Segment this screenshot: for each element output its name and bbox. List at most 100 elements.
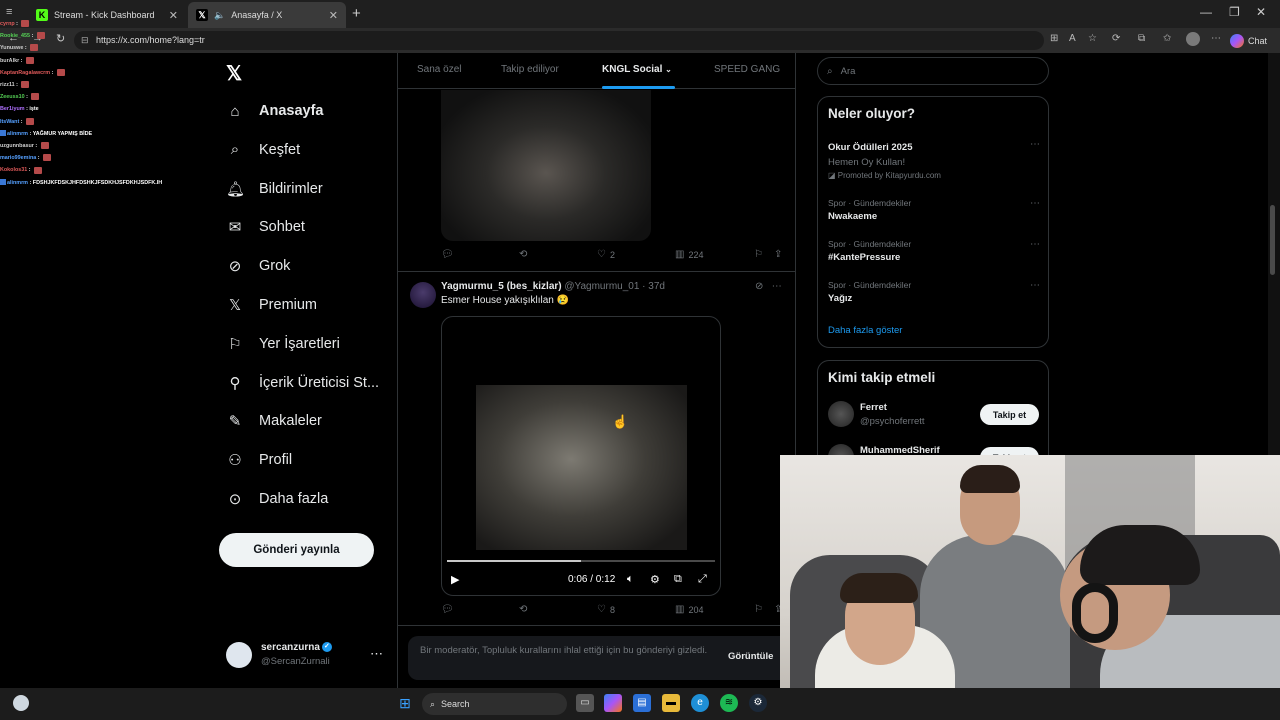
- search-icon: ⌕: [430, 698, 436, 709]
- edge-icon[interactable]: e: [691, 694, 709, 712]
- task-view-icon[interactable]: ▭: [576, 694, 594, 712]
- account-switcher[interactable]: sercanzurna ✓ @SercanZurnali ⋯: [226, 638, 386, 674]
- close-icon[interactable]: ✕: [329, 9, 338, 22]
- reply-button[interactable]: 💬︎: [441, 604, 454, 615]
- follow-suggestion[interactable]: Ferret @psychoferrett Takip et: [828, 401, 1040, 431]
- chat-message: Rookie_455 :: [0, 30, 220, 42]
- minimize-button[interactable]: —: [1200, 5, 1212, 19]
- split-icon[interactable]: ⧉: [1138, 33, 1145, 44]
- pip-icon[interactable]: ⧉: [674, 573, 682, 586]
- emote-icon: [25, 56, 34, 64]
- settings-icon[interactable]: ⚙: [650, 573, 660, 586]
- nav-item-label: Bildirimler: [259, 180, 323, 197]
- promoted-trend[interactable]: Okur Ödülleri 2025 Hemen Oy Kullan! ◪ Pr…: [828, 139, 1040, 180]
- trend-item[interactable]: Spor · Gündemdekiler Yağız ⋯: [828, 280, 1040, 304]
- more-icon[interactable]: ⋯: [1030, 239, 1040, 250]
- more-icon[interactable]: ⋯: [1030, 280, 1040, 291]
- trend-item[interactable]: Spor · Gündemdekiler Nwakaeme ⋯: [828, 198, 1040, 222]
- nav-item-i-çerik-üreticisi-st-[interactable]: ⚲ İçerik Üreticisi St...: [226, 365, 380, 401]
- nav-item-daha-fazla[interactable]: ⊙ Daha fazla: [226, 481, 329, 517]
- more-icon[interactable]: ⋯: [1030, 139, 1040, 150]
- like-count: 8: [609, 604, 615, 615]
- chat-username: mario99emina: [0, 155, 37, 162]
- grok-icon[interactable]: ⊘: [755, 281, 763, 292]
- post-media[interactable]: [441, 90, 651, 241]
- tab-for-you[interactable]: Sana özel: [417, 64, 461, 75]
- nav-item-sohbet[interactable]: ✉ Sohbet: [226, 209, 305, 245]
- file-explorer-icon[interactable]: ▬: [662, 694, 680, 712]
- new-tab-button[interactable]: +: [352, 5, 361, 22]
- chat-message: alinmrm : FDSHJKFDSKJHFDSHKJFSDKHJSFDKHJ…: [0, 177, 220, 189]
- play-icon[interactable]: ▶: [451, 573, 459, 586]
- fullscreen-icon[interactable]: ⤢: [698, 573, 707, 586]
- like-count: 2: [609, 249, 615, 260]
- nav-item-label: Makaleler: [259, 413, 322, 430]
- views-button[interactable]: ▥ 224: [675, 249, 703, 260]
- reply-button[interactable]: 💬︎: [441, 249, 454, 260]
- apps-icon[interactable]: ⊞: [1050, 33, 1058, 44]
- repost-button[interactable]: ⟲: [519, 249, 527, 260]
- store-icon[interactable]: ▤: [633, 694, 651, 712]
- tab-kngl-social[interactable]: KNGL Social ⌄: [602, 64, 672, 75]
- view-hidden-post-button[interactable]: Görüntüle: [728, 651, 773, 662]
- nav-item-makaleler[interactable]: ✎ Makaleler: [226, 403, 322, 439]
- taskbar-search[interactable]: ⌕ Search: [422, 693, 567, 715]
- tab-speed-gang[interactable]: SPEED GANG: [714, 64, 780, 75]
- windows-start-icon[interactable]: ⊞: [396, 694, 414, 712]
- search-input[interactable]: ⌕ Ara: [817, 57, 1049, 85]
- restore-button[interactable]: ❐: [1229, 5, 1240, 19]
- nav-item-bildirimler[interactable]: 🔔︎ Bildirimler: [226, 171, 323, 207]
- extensions-icon[interactable]: ⟳: [1112, 33, 1120, 44]
- bookmark-button[interactable]: ⚐: [754, 604, 763, 615]
- repost-button[interactable]: ⟲: [519, 604, 527, 615]
- profile-avatar[interactable]: [1186, 32, 1200, 46]
- post-button[interactable]: Gönderi yayınla: [219, 533, 374, 567]
- share-button[interactable]: ⇪: [774, 249, 782, 260]
- follow-handle: @psychoferrett: [860, 416, 925, 427]
- favorites-icon[interactable]: ✩: [1163, 33, 1171, 44]
- nav-item-anasayfa[interactable]: ⌂ Anasayfa: [226, 93, 323, 129]
- steam-icon[interactable]: ⚙: [749, 694, 767, 712]
- show-more-link[interactable]: Daha fazla göster: [828, 325, 902, 336]
- copilot-chat-button[interactable]: Chat: [1230, 31, 1267, 50]
- trend-item[interactable]: Spor · Gündemdekiler #KantePressure ⋯: [828, 239, 1040, 263]
- like-button[interactable]: ♡ 8: [597, 604, 615, 615]
- nav-item-keşfet[interactable]: ⌕ Keşfet: [226, 132, 300, 168]
- more-icon[interactable]: ⋯: [370, 646, 383, 662]
- bookmark-button[interactable]: ⚐: [754, 249, 763, 260]
- avatar[interactable]: [410, 282, 436, 308]
- emote-icon: [43, 154, 52, 162]
- nav-item-grok[interactable]: ⊘ Grok: [226, 248, 291, 284]
- copilot-icon[interactable]: [604, 694, 622, 712]
- video-player[interactable]: ☝ ▶ 0:06 / 0:12 🔈︎ ⚙ ⧉ ⤢: [441, 316, 721, 596]
- nav-item-yer-i-şaretleri[interactable]: ⚐ Yer İşaretleri: [226, 326, 340, 362]
- nav-item-premium[interactable]: 𝕏 Premium: [226, 287, 317, 323]
- tab-label: Anasayfa / X: [231, 10, 283, 20]
- video-frame[interactable]: [476, 385, 687, 550]
- window-close-button[interactable]: ✕: [1256, 5, 1266, 19]
- video-progress-bar[interactable]: [447, 560, 715, 562]
- avatar: [226, 642, 252, 668]
- post-header-actions: ⊘ ⋯: [755, 281, 782, 292]
- follow-button[interactable]: Takip et: [980, 404, 1039, 425]
- share-icon: ⇪: [774, 249, 783, 260]
- menu-icon[interactable]: ⋯: [1211, 33, 1221, 44]
- tab-following[interactable]: Takip ediliyor: [501, 64, 559, 75]
- scrollbar-thumb[interactable]: [1270, 205, 1275, 275]
- like-button[interactable]: ♡ 2: [597, 249, 615, 260]
- post-author-handle[interactable]: @Yagmurmu_01: [564, 281, 639, 292]
- chat-colon: :: [19, 118, 25, 125]
- views-button[interactable]: ▥ 204: [675, 604, 703, 615]
- widgets-icon[interactable]: [13, 695, 29, 711]
- more-icon[interactable]: ⋯: [772, 281, 782, 292]
- post-time[interactable]: 37d: [648, 281, 665, 292]
- spotify-icon[interactable]: ≋: [720, 694, 738, 712]
- post-author-name[interactable]: Yagmurmu_5 (bes_kizlar): [441, 281, 562, 292]
- nav-item-profil[interactable]: ⚇ Profil: [226, 442, 292, 478]
- x-logo-icon[interactable]: 𝕏: [226, 61, 242, 86]
- more-icon[interactable]: ⋯: [1030, 198, 1040, 209]
- tab-actions-icon[interactable]: ≡: [6, 6, 12, 18]
- read-aloud-icon[interactable]: A: [1069, 33, 1076, 44]
- favorite-icon[interactable]: ☆: [1088, 33, 1097, 44]
- volume-icon[interactable]: 🔈︎: [627, 573, 634, 586]
